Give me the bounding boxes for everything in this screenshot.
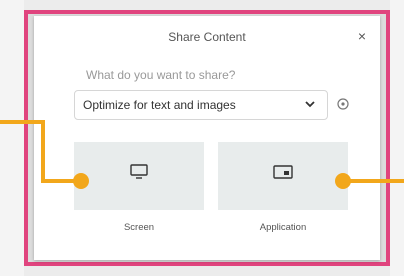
dialog-title: Share Content xyxy=(168,30,246,44)
callout-dot-screen xyxy=(73,173,89,189)
share-application-label: Application xyxy=(259,222,307,233)
callout-line-right xyxy=(345,179,404,183)
background-panel-left xyxy=(0,0,24,276)
share-content-dialog: Share Content × What do you want to shar… xyxy=(34,16,380,260)
optimize-dropdown-value: Optimize for text and images xyxy=(83,98,236,112)
callout-line-left-vertical xyxy=(41,120,45,183)
share-application-tile[interactable] xyxy=(218,142,348,210)
application-window-icon xyxy=(273,165,293,179)
callout-line-left-horizontal xyxy=(0,120,44,124)
chevron-down-icon xyxy=(305,101,315,108)
callout-dot-application xyxy=(335,173,351,189)
info-icon[interactable] xyxy=(337,98,349,110)
share-screen-label: Screen xyxy=(123,222,155,233)
background-panel-right xyxy=(390,0,404,276)
close-button[interactable]: × xyxy=(358,28,366,44)
optimize-dropdown[interactable]: Optimize for text and images xyxy=(74,90,328,120)
share-question: What do you want to share? xyxy=(86,68,236,82)
monitor-icon xyxy=(130,164,148,179)
share-screen-tile[interactable] xyxy=(74,142,204,210)
